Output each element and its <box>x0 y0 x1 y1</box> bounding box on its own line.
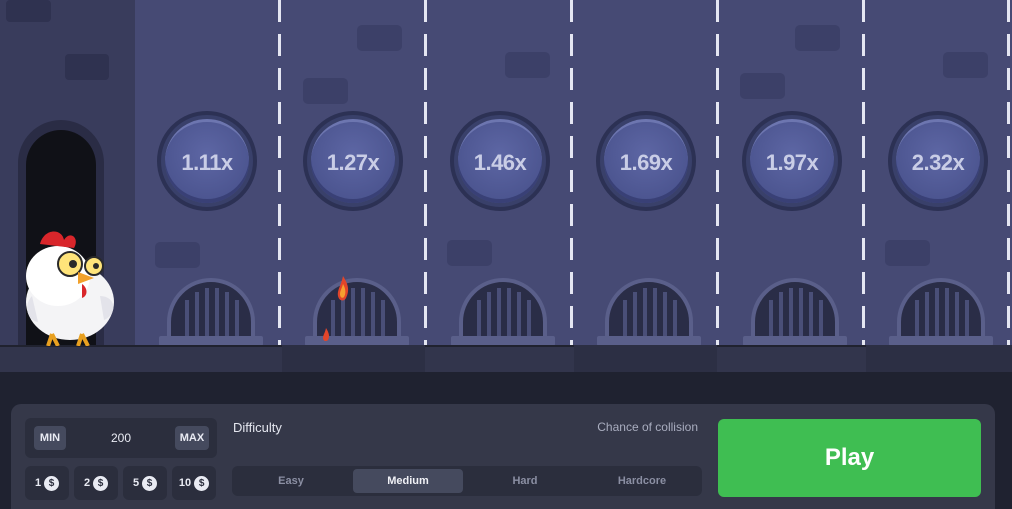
multiplier-coin-4: 1.69x <box>596 111 696 211</box>
chip-value: 5 <box>132 477 140 489</box>
multiplier-coin-1: 1.11x <box>157 111 257 211</box>
fire-icon <box>323 328 330 342</box>
min-bet-button[interactable]: MIN <box>34 426 66 450</box>
lane-divider <box>570 0 573 345</box>
floor-segment <box>282 345 425 372</box>
chip-value: 10 <box>178 477 192 489</box>
sewer-grate <box>605 278 693 340</box>
floor-segment <box>574 345 717 372</box>
multiplier-label: 1.27x <box>326 149 380 175</box>
collision-chance-label: Chance of collision <box>597 420 698 434</box>
bet-amount-box: MIN 200 MAX <box>25 418 217 458</box>
lane-divider <box>278 0 281 345</box>
sewer-grate <box>897 278 985 340</box>
control-panel: MIN 200 MAX 1 $ 2 $ 5 $ 10 $ Difficulty … <box>11 404 995 509</box>
coin-face: 1.27x <box>311 119 395 203</box>
multiplier-label: 1.97x <box>765 149 819 175</box>
lane-brick <box>740 73 785 99</box>
difficulty-tab-easy[interactable]: Easy <box>236 469 346 493</box>
chip-button-2[interactable]: 2 $ <box>74 466 118 500</box>
game-scene: 1.11x 1.27x 1.46x 1.69x 1.97x 2.32x <box>0 0 1012 372</box>
dollar-icon: $ <box>93 475 109 491</box>
multiplier-coin-2: 1.27x <box>303 111 403 211</box>
chip-value: 2 <box>83 477 91 489</box>
coin-face: 1.46x <box>458 119 542 203</box>
chip-button-1[interactable]: 1 $ <box>25 466 69 500</box>
wall-brick <box>65 54 109 80</box>
difficulty-tab-hardcore[interactable]: Hardcore <box>587 469 697 493</box>
lane-divider <box>424 0 427 345</box>
bet-amount-input[interactable]: 200 <box>85 418 157 458</box>
multiplier-label: 1.69x <box>619 149 673 175</box>
difficulty-tab-medium[interactable]: Medium <box>353 469 463 493</box>
dollar-icon: $ <box>142 475 158 491</box>
fire-icon <box>337 276 349 301</box>
lane-divider <box>716 0 719 345</box>
max-bet-button[interactable]: MAX <box>175 426 209 450</box>
lane-brick <box>943 52 988 78</box>
difficulty-selector: Easy Medium Hard Hardcore <box>232 466 702 496</box>
sewer-grate <box>459 278 547 340</box>
chicken-character <box>26 231 114 346</box>
lane-brick <box>357 25 402 51</box>
sewer-grate <box>751 278 839 340</box>
difficulty-tab-hard[interactable]: Hard <box>470 469 580 493</box>
coin-face: 2.32x <box>896 119 980 203</box>
lane-divider <box>862 0 865 345</box>
lane-brick <box>795 25 840 51</box>
multiplier-label: 1.11x <box>181 149 233 175</box>
chip-value: 1 <box>34 477 42 489</box>
lane-brick <box>303 78 348 104</box>
dollar-icon: $ <box>194 475 210 491</box>
chip-button-5[interactable]: 5 $ <box>123 466 167 500</box>
multiplier-coin-3: 1.46x <box>450 111 550 211</box>
lane-brick <box>155 242 200 268</box>
multiplier-label: 2.32x <box>911 149 965 175</box>
lane-brick <box>885 240 930 266</box>
sewer-grate <box>167 278 255 340</box>
play-button[interactable]: Play <box>718 419 981 497</box>
floor-segment <box>866 345 1012 372</box>
difficulty-label: Difficulty <box>233 420 282 435</box>
multiplier-label: 1.46x <box>473 149 527 175</box>
road-floor <box>0 345 1012 372</box>
lane-brick <box>505 52 550 78</box>
lane-divider <box>1007 0 1010 345</box>
multiplier-coin-5: 1.97x <box>742 111 842 211</box>
coin-face: 1.11x <box>165 119 249 203</box>
lane-brick <box>447 240 492 266</box>
dollar-icon: $ <box>44 475 60 491</box>
coin-face: 1.69x <box>604 119 688 203</box>
multiplier-coin-6: 2.32x <box>888 111 988 211</box>
coin-face: 1.97x <box>750 119 834 203</box>
wall-brick <box>6 0 51 22</box>
chip-button-10[interactable]: 10 $ <box>172 466 216 500</box>
